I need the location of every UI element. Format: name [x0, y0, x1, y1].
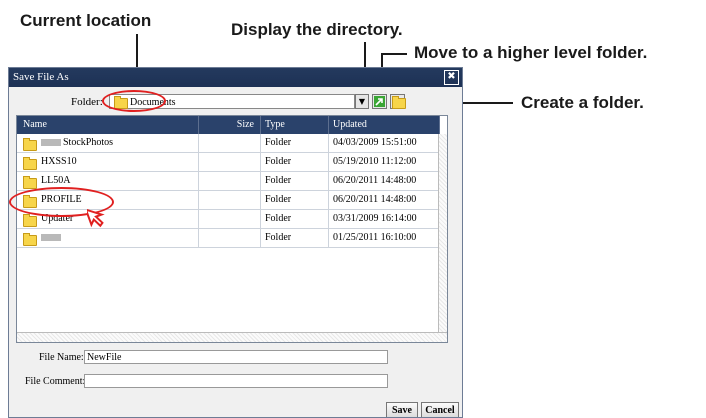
folder-label: Folder:: [71, 96, 103, 108]
file-name-field[interactable]: NewFile: [84, 350, 388, 364]
col-updated[interactable]: Updated: [329, 116, 440, 134]
row-size: [199, 134, 261, 153]
highlight-current-location: [102, 90, 166, 112]
horizontal-scrollbar[interactable]: [17, 332, 447, 342]
file-comment-field[interactable]: [84, 374, 388, 388]
new-folder-icon: [392, 96, 406, 109]
new-folder-button[interactable]: [390, 94, 406, 109]
folder-icon: [23, 138, 37, 151]
folder-icon: [23, 214, 37, 227]
callout-display-directory: Display the directory.: [231, 20, 403, 39]
row-name-cell: HXSS10: [17, 153, 199, 172]
row-type: Folder: [261, 229, 329, 248]
callout-current-location: Current location: [20, 11, 152, 30]
redacted-text: [41, 234, 61, 242]
folder-icon: [23, 176, 37, 189]
folder-row: Folder: Documents ▼: [9, 93, 462, 113]
up-folder-icon: [374, 96, 385, 107]
save-file-dialog: Save File As ✖ Folder: Documents ▼ Name …: [8, 67, 463, 418]
table-row[interactable]: StockPhotos Folder 04/03/2009 15:51:00: [17, 134, 440, 153]
row-updated: 01/25/2011 16:10:00: [329, 229, 440, 248]
row-size: [199, 172, 261, 191]
callout-move-higher: Move to a higher level folder.: [414, 43, 648, 62]
cursor-arrow-icon: [87, 208, 105, 228]
col-name[interactable]: Name: [17, 116, 199, 134]
row-size: [199, 153, 261, 172]
row-size: [199, 229, 261, 248]
callout-create-folder: Create a folder.: [521, 93, 644, 112]
row-type: Folder: [261, 191, 329, 210]
table-row[interactable]: HXSS10 Folder 05/19/2010 11:12:00: [17, 153, 440, 172]
cancel-button[interactable]: Cancel: [421, 402, 459, 417]
dialog-title: Save File As: [13, 71, 69, 83]
folder-icon: [23, 157, 37, 170]
row-name: [41, 229, 63, 247]
row-updated: 03/31/2009 16:14:00: [329, 210, 440, 229]
row-size: [199, 191, 261, 210]
row-updated: 05/19/2010 11:12:00: [329, 153, 440, 172]
folder-icon: [23, 233, 37, 246]
dialog-titlebar: Save File As ✖: [9, 68, 462, 87]
close-icon[interactable]: ✖: [444, 70, 459, 85]
row-type: Folder: [261, 210, 329, 229]
dropdown-arrow-icon[interactable]: ▼: [355, 94, 369, 109]
row-name-cell: StockPhotos: [17, 134, 199, 153]
vertical-scrollbar[interactable]: [438, 134, 447, 333]
row-updated: 04/03/2009 15:51:00: [329, 134, 440, 153]
redacted-text: [41, 139, 61, 147]
file-list[interactable]: Name Size Type Updated StockPhotos Folde…: [16, 115, 448, 343]
file-name-label: File Name:: [39, 352, 84, 363]
row-name: StockPhotos: [41, 134, 113, 152]
col-size[interactable]: Size: [199, 116, 261, 134]
row-updated: 06/20/2011 14:48:00: [329, 172, 440, 191]
file-comment-label: File Comment:: [25, 376, 86, 387]
row-type: Folder: [261, 134, 329, 153]
row-size: [199, 210, 261, 229]
row-name: HXSS10: [41, 156, 77, 167]
row-type: Folder: [261, 153, 329, 172]
table-row[interactable]: Folder 01/25/2011 16:10:00: [17, 229, 440, 248]
row-type: Folder: [261, 172, 329, 191]
file-list-header: Name Size Type Updated: [17, 116, 440, 134]
leader-line-move-higher-h: [381, 53, 407, 55]
up-folder-button[interactable]: [372, 94, 387, 109]
save-button[interactable]: Save: [386, 402, 418, 417]
col-type[interactable]: Type: [261, 116, 329, 134]
row-updated: 06/20/2011 14:48:00: [329, 191, 440, 210]
